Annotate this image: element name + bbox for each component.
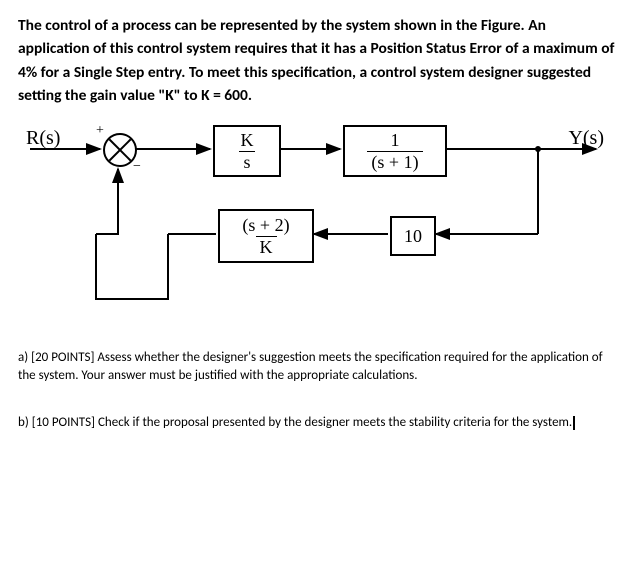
question-a: a) [20 POINTS] Assess whether the design… <box>18 349 616 384</box>
block-s-plus-2-over-k: (s + 2) K <box>218 209 314 263</box>
sum-minus-sign: − <box>133 159 141 175</box>
block3-num: (s + 2) <box>238 216 293 236</box>
block2-num: 1 <box>387 131 404 151</box>
block2-den: (s + 1) <box>367 151 422 172</box>
sum-plus-sign: + <box>96 123 104 139</box>
input-label: R(s) <box>26 127 60 150</box>
question-b: b) [10 POINTS] Check if the proposal pre… <box>18 414 616 432</box>
block-diagram: R(s) Y(s) + − K s 1 (s + 1) (s + 2) K 10 <box>18 119 616 319</box>
block-1-over-s-plus-1: 1 (s + 1) <box>343 125 447 177</box>
block1-den: s <box>239 151 254 172</box>
summing-junction <box>103 133 137 167</box>
question-b-text: b) [10 POINTS] Check if the proposal pre… <box>18 415 572 430</box>
block4-value: 10 <box>404 226 422 247</box>
text-cursor <box>573 416 575 430</box>
block-k-over-s: K s <box>213 125 281 177</box>
block3-den: K <box>256 236 277 257</box>
block1-num: K <box>237 131 258 151</box>
block-10: 10 <box>390 216 436 256</box>
problem-statement: The control of a process can be represen… <box>18 14 616 107</box>
questions-section: a) [20 POINTS] Assess whether the design… <box>18 349 616 432</box>
output-label: Y(s) <box>568 127 604 150</box>
